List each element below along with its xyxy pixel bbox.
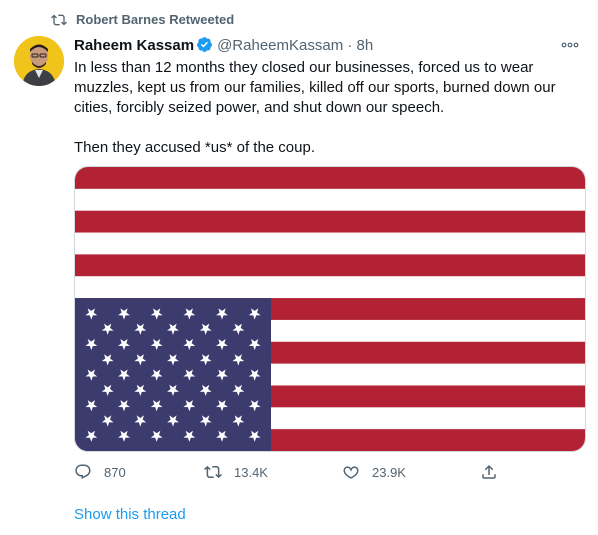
retweet-button[interactable]: 13.4K: [204, 460, 268, 484]
reply-icon: [75, 464, 91, 480]
like-count: 23.9K: [372, 464, 406, 480]
flag-stripe: [75, 254, 585, 277]
verified-badge-icon: [197, 37, 213, 52]
retweet-context[interactable]: Robert Barnes Retweeted: [0, 10, 598, 30]
share-icon: [482, 464, 496, 479]
flag-stripe: [75, 232, 585, 255]
author-handle[interactable]: @RaheemKassam: [217, 37, 343, 54]
flag-stripe: [75, 210, 585, 234]
flag-stripe: [75, 188, 585, 212]
tweet-timestamp[interactable]: 8h: [357, 37, 374, 54]
show-thread-link[interactable]: Show this thread: [74, 505, 186, 525]
avatar-photo: [14, 36, 64, 86]
reply-button[interactable]: 870: [74, 460, 126, 484]
reply-count: 870: [104, 464, 126, 480]
like-button[interactable]: 23.9K: [342, 460, 406, 484]
flag-stripe: [75, 276, 585, 299]
author-name[interactable]: Raheem Kassam: [74, 37, 194, 54]
retweet-count: 13.4K: [234, 464, 268, 480]
avatar[interactable]: [14, 36, 64, 86]
tweet-actions: 870 13.4K 23.9K: [74, 460, 584, 484]
tweet-header: Raheem Kassam @RaheemKassam · 8h: [74, 36, 584, 56]
tweet-text-paragraph-2: Then they accused *us* of the coup.: [74, 139, 315, 156]
flag-canton: [75, 298, 271, 451]
separator-dot: ·: [347, 37, 353, 54]
retweet-icon: [51, 14, 67, 26]
flag-stripe: [75, 167, 585, 190]
tweet-text-paragraph-1: In less than 12 months they closed our b…: [74, 59, 556, 116]
more-options-icon[interactable]: [560, 38, 580, 52]
retweet-action-icon: [204, 465, 222, 479]
upside-down-us-flag-image: [75, 167, 585, 451]
share-button[interactable]: [480, 460, 498, 484]
heart-icon: [343, 466, 359, 479]
tweet-media-image[interactable]: [74, 166, 586, 452]
tweet-text: In less than 12 months they closed our b…: [74, 58, 584, 158]
retweet-label[interactable]: Robert Barnes Retweeted: [76, 12, 234, 28]
